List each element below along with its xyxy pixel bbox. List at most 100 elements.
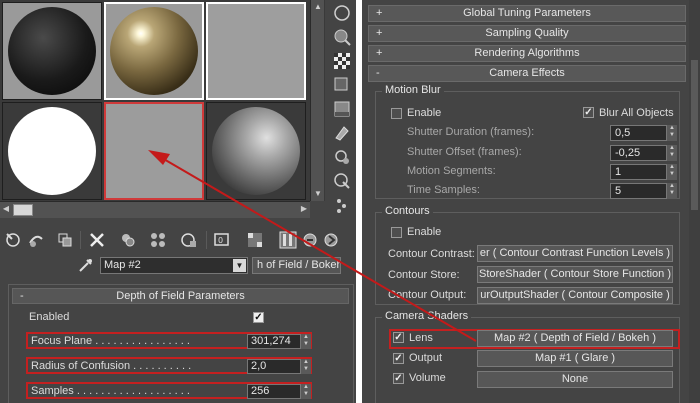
sample-uv-tiling-icon[interactable]: [333, 76, 351, 94]
sample-slot-3[interactable]: [206, 2, 306, 100]
sample-slot-6[interactable]: [206, 102, 306, 200]
spinner-arrows-icon[interactable]: ▲ ▼: [667, 164, 677, 180]
make-preview-icon[interactable]: [333, 124, 351, 142]
scrollbar-thumb[interactable]: [13, 204, 33, 216]
scroll-right-arrow-icon[interactable]: ▶: [298, 204, 310, 213]
lens-checkbox[interactable]: ✓: [393, 332, 404, 343]
show-end-result-icon[interactable]: [279, 231, 297, 249]
rollout-camera-effects[interactable]: - Camera Effects: [368, 65, 686, 82]
expand-toggle: +: [376, 27, 383, 39]
material-preview-sphere: [212, 107, 300, 195]
put-to-library-icon[interactable]: [180, 231, 198, 249]
make-copy-icon[interactable]: [119, 231, 137, 249]
time-samples-input[interactable]: 5: [610, 183, 667, 199]
collapse-toggle: -: [376, 67, 380, 79]
enable-label: Enable: [407, 226, 442, 238]
map-name-row: Map #2 ▼ h of Field / Bokeh: [0, 256, 356, 276]
volume-shader-button[interactable]: None: [477, 371, 673, 388]
blur-all-objects-checkbox[interactable]: ✓: [583, 107, 594, 118]
motion-segments-input[interactable]: 1: [610, 164, 667, 180]
camera-shaders-group: Camera Shaders ✓ Lens Map #2 ( Depth of …: [375, 310, 680, 403]
chevron-down-icon[interactable]: ▼: [233, 259, 246, 272]
scroll-up-arrow-icon[interactable]: ▲: [311, 0, 325, 14]
rollout-global-tuning[interactable]: + Global Tuning Parameters: [368, 5, 686, 22]
select-by-material-icon[interactable]: [333, 172, 351, 190]
map-type-button[interactable]: h of Field / Bokeh: [252, 257, 341, 274]
video-color-check-icon[interactable]: [333, 100, 351, 118]
contour-contrast-button[interactable]: er ( Contour Contrast Function Levels ): [477, 245, 673, 262]
slots-vertical-scrollbar[interactable]: ▲ ▼: [310, 0, 324, 201]
sample-slot-2[interactable]: [104, 2, 204, 100]
spinner-arrows-icon[interactable]: ▲ ▼: [301, 384, 311, 399]
contour-output-label: Contour Output:: [388, 289, 467, 301]
rollout-title: Depth of Field Parameters: [116, 290, 245, 302]
rollout-header[interactable]: - Depth of Field Parameters: [12, 288, 349, 304]
rollout-title: Rendering Algorithms: [474, 47, 580, 59]
param-label: Radius of Confusion . . . . . . . . . .: [31, 360, 192, 372]
map-name-value: Map #2: [104, 259, 141, 271]
eyedropper-icon[interactable]: [78, 257, 94, 273]
volume-label: Volume: [409, 372, 446, 384]
render-setup-scrollbar[interactable]: [689, 0, 700, 403]
blur-all-objects-label: Blur All Objects: [599, 107, 674, 119]
contour-store-button[interactable]: StoreShader ( Contour Store Function ): [477, 266, 673, 283]
put-to-scene-icon[interactable]: [27, 231, 45, 249]
spinner-arrows-icon[interactable]: ▲ ▼: [301, 359, 311, 374]
go-to-parent-icon[interactable]: [301, 231, 319, 249]
radius-of-confusion-input[interactable]: 2,0: [247, 359, 301, 374]
scrollbar-thumb[interactable]: [691, 60, 698, 210]
go-forward-icon[interactable]: [322, 231, 340, 249]
backlight-icon[interactable]: [333, 28, 351, 46]
sample-type-sphere-icon[interactable]: [333, 4, 351, 22]
sample-slot-4[interactable]: [2, 102, 102, 200]
make-unique-icon[interactable]: [149, 231, 167, 249]
param-row-focus-plane: Focus Plane . . . . . . . . . . . . . . …: [26, 332, 312, 349]
focus-plane-input[interactable]: 301,274: [247, 334, 301, 349]
rollout-title: Camera Effects: [489, 67, 565, 79]
material-map-navigator-icon[interactable]: [333, 196, 351, 214]
expand-toggle: +: [376, 47, 383, 59]
spinner-arrows-icon[interactable]: ▲ ▼: [667, 125, 677, 141]
lens-label: Lens: [409, 332, 433, 344]
side-toolbar: [327, 0, 356, 218]
map-name-dropdown[interactable]: Map #2 ▼: [100, 257, 248, 274]
material-preview-sphere: [8, 107, 96, 195]
show-map-icon[interactable]: [246, 231, 264, 249]
spinner-arrows-icon[interactable]: ▲ ▼: [301, 334, 311, 349]
shutter-offset-label: Shutter Offset (frames):: [407, 146, 522, 158]
sample-slot-1[interactable]: [2, 2, 102, 100]
lens-shader-button[interactable]: Map #2 ( Depth of Field / Bokeh ): [477, 330, 673, 347]
depth-of-field-rollout: - Depth of Field Parameters Enabled ✓ Fo…: [8, 284, 354, 403]
motion-segments-label: Motion Segments:: [407, 165, 496, 177]
slots-horizontal-scrollbar[interactable]: ◀ ▶: [0, 201, 310, 218]
rollout-sampling-quality[interactable]: + Sampling Quality: [368, 25, 686, 42]
material-effects-icon[interactable]: 0: [213, 231, 231, 249]
spinner-arrows-icon[interactable]: ▲ ▼: [667, 145, 677, 161]
contour-output-button[interactable]: urOutputShader ( Contour Composite ): [477, 287, 673, 304]
background-checker-icon[interactable]: [333, 52, 351, 70]
sample-slot-5-selected[interactable]: [104, 102, 204, 200]
scroll-down-arrow-icon[interactable]: ▼: [311, 187, 325, 201]
material-preview-sphere: [8, 7, 96, 95]
sample-slots-area: ▲ ▼: [0, 0, 325, 201]
shutter-duration-input[interactable]: 0,5: [610, 125, 667, 141]
rollout-rendering-algorithms[interactable]: + Rendering Algorithms: [368, 45, 686, 62]
options-icon[interactable]: [333, 148, 351, 166]
get-material-icon[interactable]: [4, 231, 22, 249]
output-label: Output: [409, 352, 443, 364]
reset-map-icon[interactable]: [88, 231, 106, 249]
output-checkbox[interactable]: ✓: [393, 353, 404, 364]
collapse-toggle: -: [20, 290, 24, 302]
shutter-offset-input[interactable]: -0,25: [610, 145, 667, 161]
samples-input[interactable]: 256: [247, 384, 301, 399]
contours-enable-checkbox[interactable]: [391, 227, 402, 238]
enabled-checkbox[interactable]: ✓: [253, 312, 264, 323]
assign-material-icon[interactable]: [56, 231, 74, 249]
output-shader-button[interactable]: Map #1 ( Glare ): [477, 350, 673, 367]
motion-blur-enable-checkbox[interactable]: [391, 108, 402, 119]
spinner-arrows-icon[interactable]: ▲ ▼: [667, 183, 677, 199]
volume-checkbox[interactable]: ✓: [393, 373, 404, 384]
param-label: Samples . . . . . . . . . . . . . . . . …: [31, 385, 190, 397]
scroll-left-arrow-icon[interactable]: ◀: [0, 204, 12, 213]
param-label: Focus Plane . . . . . . . . . . . . . . …: [31, 335, 190, 347]
